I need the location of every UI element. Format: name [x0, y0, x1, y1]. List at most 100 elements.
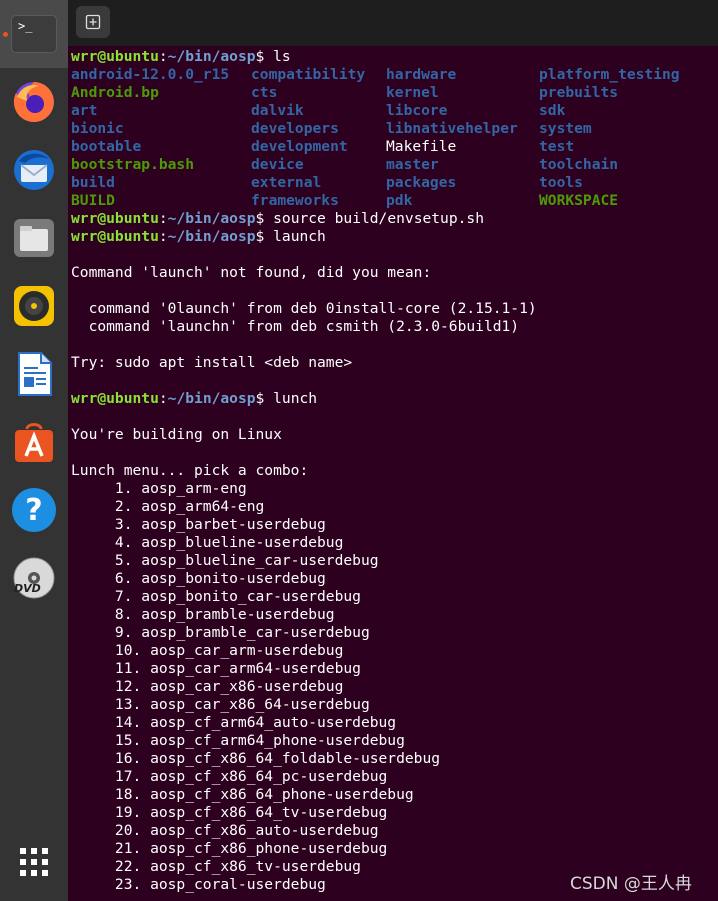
ls-entry: bionic [71, 120, 124, 137]
prompt-user-host: wrr@ubuntu [71, 390, 159, 407]
ls-entry: sdk [539, 102, 566, 119]
dock-item-show-applications[interactable] [0, 828, 68, 896]
ls-entry: bootable [71, 138, 142, 155]
ls-entry: dalvik [251, 102, 304, 119]
lunch-combo-item: 8. aosp_bramble-userdebug [71, 606, 335, 623]
terminal-icon: >_ [11, 15, 57, 53]
command-text: lunch [273, 390, 318, 407]
lunch-combo-item: 2. aosp_arm64-eng [71, 498, 265, 515]
lunch-combo-item: 6. aosp_bonito-userdebug [71, 570, 326, 587]
ls-entry: toolchain [539, 156, 619, 173]
ls-entry: system [539, 120, 592, 137]
dock-item-firefox[interactable] [0, 68, 68, 136]
ls-entry: bootstrap.bash [71, 156, 195, 173]
ls-entry: android-12.0.0_r15 [71, 66, 230, 83]
ubuntu-software-icon [15, 423, 53, 462]
prompt-user-host: wrr@ubuntu [71, 228, 159, 245]
error-message: Command 'launch' not found, did you mean… [71, 264, 432, 281]
command-text: source build/envsetup.sh [273, 210, 484, 227]
ls-entry: frameworks [251, 192, 339, 209]
dock-item-files[interactable] [0, 204, 68, 272]
prompt-separator: : [158, 390, 168, 407]
ls-entry: libcore [386, 102, 448, 119]
dock-item-dvd[interactable]: DVD [0, 544, 68, 612]
prompt-user-host: wrr@ubuntu [71, 48, 159, 65]
dock-item-software[interactable] [0, 408, 68, 476]
prompt-separator: : [158, 228, 168, 245]
ls-entry: build [71, 174, 115, 191]
lunch-combo-item: 10. aosp_car_arm-userdebug [71, 642, 344, 659]
lunch-combo-item: 17. aosp_cf_x86_64_pc-userdebug [71, 768, 388, 785]
ls-entry: Android.bp [71, 84, 159, 101]
prompt-line: wrr@ubuntu:~/bin/aosp$ source build/envs… [71, 210, 484, 228]
dock-item-thunderbird[interactable] [0, 136, 68, 204]
command-text: ls [273, 48, 291, 65]
lunch-combo-item: 11. aosp_car_arm64-userdebug [71, 660, 361, 677]
dock-item-help[interactable]: ? [0, 476, 68, 544]
files-icon [14, 219, 54, 257]
lunch-combo-item: 19. aosp_cf_x86_64_tv-userdebug [71, 804, 388, 821]
prompt-line: wrr@ubuntu:~/bin/aosp$ lunch [71, 390, 317, 408]
ls-entry: kernel [386, 84, 439, 101]
lunch-combo-item: 16. aosp_cf_x86_64_foldable-userdebug [71, 750, 441, 767]
prompt-dollar: $ [255, 48, 274, 65]
ls-entry: compatibility [251, 66, 366, 83]
dvd-label: DVD [14, 582, 41, 595]
ls-entry: pdk [386, 192, 413, 209]
ls-entry: external [251, 174, 322, 191]
terminal-output[interactable]: wrr@ubuntu:~/bin/aosp$ ls android-12.0.0_… [71, 46, 718, 901]
suggestion-line: command 'launchn' from deb csmith (2.3.0… [71, 318, 520, 335]
ls-entry: device [251, 156, 304, 173]
app-grid-icon [20, 848, 48, 876]
ls-entry: test [539, 138, 575, 155]
lunch-combo-item: 18. aosp_cf_x86_64_phone-userdebug [71, 786, 414, 803]
lunch-combo-item: 13. aosp_car_x86_64-userdebug [71, 696, 370, 713]
dock-item-terminal[interactable]: >_ [0, 0, 68, 68]
prompt-separator: : [158, 210, 168, 227]
firefox-icon [13, 82, 54, 122]
prompt-path: ~/bin/aosp [167, 228, 256, 245]
lunch-combo-item: 4. aosp_blueline-userdebug [71, 534, 344, 551]
ls-entry: platform_testing [539, 66, 680, 83]
ls-entry: art [71, 102, 98, 119]
lunch-combo-item: 14. aosp_cf_arm64_auto-userdebug [71, 714, 397, 731]
ls-entry: developers [251, 120, 339, 137]
ls-entry: master [386, 156, 439, 173]
terminal-glyph: >_ [18, 19, 33, 33]
prompt-path: ~/bin/aosp [167, 390, 256, 407]
prompt-dollar: $ [255, 228, 274, 245]
command-text: launch [273, 228, 326, 245]
terminal-header-bar [68, 0, 718, 46]
new-tab-icon [85, 14, 101, 30]
lunch-combo-item: 1. aosp_arm-eng [71, 480, 247, 497]
prompt-path: ~/bin/aosp [167, 48, 256, 65]
thunderbird-icon [14, 150, 54, 190]
lunch-combo-item: 21. aosp_cf_x86_phone-userdebug [71, 840, 388, 857]
ls-entry: tools [539, 174, 583, 191]
dock-item-rhythmbox[interactable] [0, 272, 68, 340]
lunch-combo-item: 15. aosp_cf_arm64_phone-userdebug [71, 732, 405, 749]
ls-entry: libnativehelper [386, 120, 518, 137]
new-tab-button[interactable] [76, 6, 110, 38]
lunch-combo-item: 5. aosp_blueline_car-userdebug [71, 552, 379, 569]
help-icon: ? [12, 488, 56, 532]
suggestion-line: command '0launch' from deb 0install-core… [71, 300, 537, 317]
dock: >_ ? DVD [0, 0, 68, 901]
dock-item-writer[interactable] [0, 340, 68, 408]
prompt-user-host: wrr@ubuntu [71, 210, 159, 227]
lunch-combo-item: 3. aosp_barbet-userdebug [71, 516, 326, 533]
help-glyph: ? [25, 492, 43, 528]
prompt-line: wrr@ubuntu:~/bin/aosp$ launch [71, 228, 326, 246]
ls-entry: BUILD [71, 192, 115, 209]
lunch-combo-item: 12. aosp_car_x86-userdebug [71, 678, 344, 695]
prompt-separator: : [158, 48, 168, 65]
ls-entry: WORKSPACE [539, 192, 619, 209]
writer-icon [18, 352, 52, 396]
build-host-message: You're building on Linux [71, 426, 282, 443]
prompt-dollar: $ [255, 390, 274, 407]
lunch-combo-item: 9. aosp_bramble_car-userdebug [71, 624, 370, 641]
install-hint: Try: sudo apt install <deb name> [71, 354, 353, 371]
ls-entry: hardware [386, 66, 457, 83]
lunch-combo-item: 22. aosp_cf_x86_tv-userdebug [71, 858, 361, 875]
prompt-line: wrr@ubuntu:~/bin/aosp$ ls [71, 48, 291, 66]
